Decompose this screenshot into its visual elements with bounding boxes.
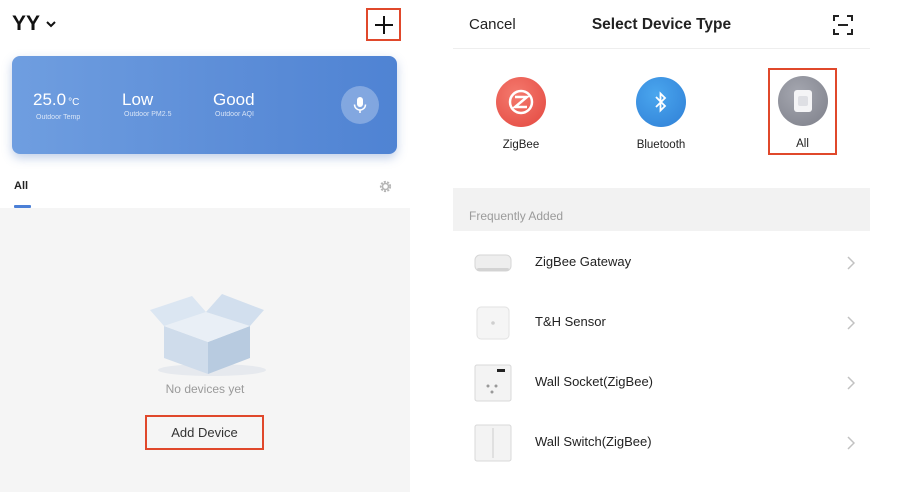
add-button[interactable]: [366, 8, 401, 41]
device-name: Wall Switch(ZigBee): [535, 434, 652, 449]
weather-aqi: Good Outdoor AQI: [213, 90, 255, 118]
weather-card: 25.0 °C Outdoor Temp Low Outdoor PM2.5 Go…: [12, 56, 397, 154]
gateway-icon: [474, 254, 512, 272]
home-name: YY: [12, 12, 41, 35]
type-bluetooth[interactable]: Bluetooth: [621, 77, 701, 151]
all-devices-icon: [778, 76, 828, 126]
home-screen: YY 25.0 °C Outdoor Temp Low Outdoor PM2.5…: [0, 0, 410, 492]
section-header: Frequently Added: [453, 188, 870, 231]
page-title: Select Device Type: [591, 16, 732, 33]
weather-temperature: 25.0 °C Outdoor Temp: [33, 90, 80, 121]
type-label: ZigBee: [502, 139, 540, 151]
empty-message: No devices yet: [165, 382, 245, 396]
switch-icon: [474, 424, 512, 462]
tab-all[interactable]: All: [14, 180, 28, 192]
header-divider: [453, 48, 870, 49]
aqi-value: Good: [213, 90, 255, 109]
sensor-icon: [476, 306, 510, 340]
temperature-label: Outdoor Temp: [36, 114, 81, 121]
list-item-th-sensor[interactable]: T&H Sensor: [453, 293, 870, 353]
chevron-right-icon: [847, 316, 855, 330]
device-name: Wall Socket(ZigBee): [535, 374, 653, 389]
section-header-label: Frequently Added: [469, 209, 564, 223]
type-label: All: [796, 138, 809, 150]
chevron-right-icon: [847, 436, 855, 450]
list-item-wall-socket[interactable]: Wall Socket(ZigBee): [453, 353, 870, 413]
add-device-button[interactable]: Add Device: [145, 415, 264, 450]
socket-icon: [474, 364, 512, 402]
type-all[interactable]: All: [768, 68, 837, 155]
device-list-empty: No devices yet Add Device: [0, 208, 410, 492]
chevron-right-icon: [847, 256, 855, 270]
voice-button[interactable]: [341, 86, 379, 124]
list-item-zigbee-gateway[interactable]: ZigBee Gateway: [453, 233, 870, 293]
bluetooth-icon: [636, 77, 686, 127]
weather-pm25: Low Outdoor PM2.5: [122, 90, 171, 118]
chevron-right-icon: [847, 376, 855, 390]
type-label: Bluetooth: [636, 139, 686, 151]
zigbee-icon: [496, 77, 546, 127]
temperature-value: 25.0: [33, 90, 67, 109]
pm25-value: Low: [122, 90, 154, 109]
empty-box-illustration: [150, 294, 266, 376]
gear-icon[interactable]: [378, 179, 393, 194]
device-name: ZigBee Gateway: [535, 254, 632, 269]
home-selector[interactable]: YY: [12, 12, 58, 36]
chevron-down-icon: [46, 21, 56, 28]
scan-icon[interactable]: [832, 14, 854, 36]
device-name: T&H Sensor: [535, 314, 606, 329]
type-zigbee[interactable]: ZigBee: [481, 77, 561, 151]
aqi-label: Outdoor AQI: [215, 111, 254, 118]
list-item-wall-switch[interactable]: Wall Switch(ZigBee): [453, 413, 870, 473]
temperature-unit: °C: [68, 97, 80, 108]
pm25-label: Outdoor PM2.5: [124, 111, 172, 118]
select-device-type-screen: Cancel Select Device Type ZigBee Bluetoo…: [453, 0, 870, 492]
microphone-icon: [353, 97, 367, 113]
plus-icon: [374, 15, 393, 34]
